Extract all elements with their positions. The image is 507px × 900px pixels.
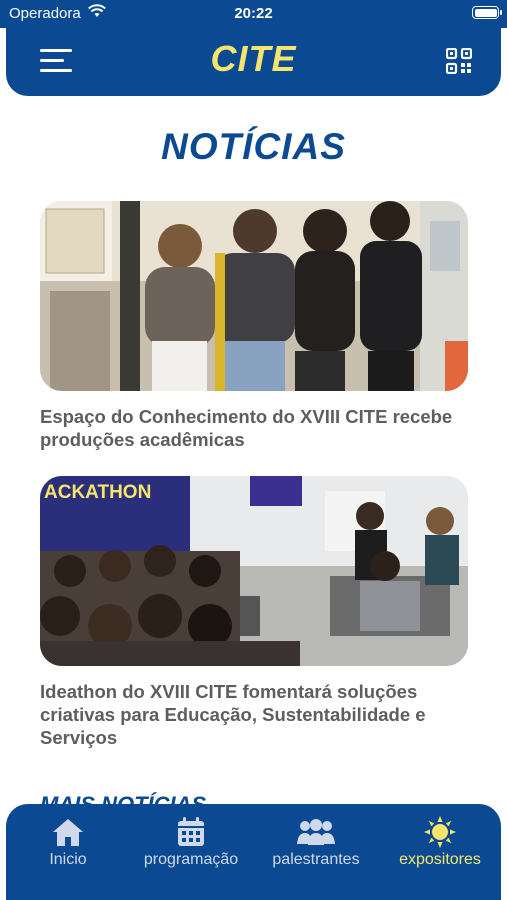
nav-item-palestrantes[interactable]: palestrantes (264, 816, 368, 869)
people-icon (264, 816, 368, 848)
news-title: Espaço do Conhecimento do XVIII CITE rec… (40, 406, 453, 450)
qr-code-icon[interactable] (445, 47, 473, 75)
nav-label: programação (143, 851, 239, 868)
news-title: Ideathon do XVIII CITE fomentará soluçõe… (40, 681, 426, 748)
bottom-navigation: Inicio programação palestrantes exposito… (6, 804, 501, 900)
news-image (40, 201, 468, 391)
nav-label: Inicio (49, 851, 87, 868)
nav-item-programacao[interactable]: programação (135, 816, 247, 869)
home-icon (36, 816, 100, 848)
nav-label: palestrantes (272, 851, 360, 868)
sun-icon (392, 816, 488, 848)
nav-item-expositores[interactable]: expositores (392, 816, 488, 869)
nav-item-inicio[interactable]: Inicio (36, 816, 100, 869)
nav-label: expositores (399, 851, 481, 868)
news-card[interactable]: Espaço do Conhecimento do XVIII CITE rec… (40, 201, 468, 451)
app-header: CITE (6, 26, 501, 96)
news-card[interactable]: ACKATHON Ideathon do XVIII CITE fomentar… (40, 476, 468, 749)
banner-text: ACKATHON (44, 482, 151, 503)
clock: 20:22 (234, 5, 273, 22)
calendar-icon (135, 816, 247, 848)
news-image: ACKATHON (40, 476, 468, 666)
battery-icon (472, 6, 502, 19)
status-bar: Operadora 20:22 (0, 0, 507, 28)
page-title: NOTÍCIAS (161, 126, 346, 167)
app-logo: CITE (210, 38, 297, 79)
